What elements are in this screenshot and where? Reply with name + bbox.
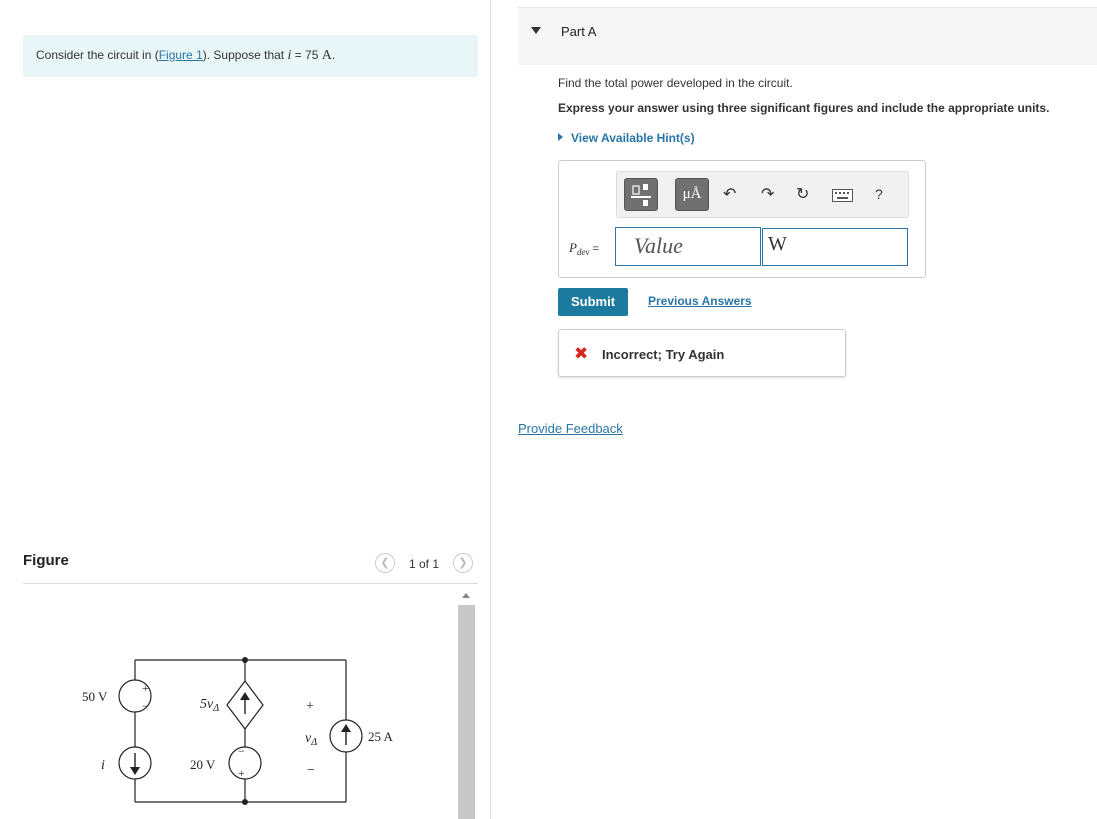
provide-feedback-link[interactable]: Provide Feedback [518, 421, 623, 436]
figure-scrollbar-thumb[interactable] [458, 605, 475, 819]
label-25a: 25 A [368, 729, 394, 744]
figure-divider [23, 583, 478, 584]
help-button[interactable]: ? [875, 186, 883, 202]
fraction-template-icon [631, 184, 651, 206]
label-dep-src: 5vΔ [200, 697, 219, 714]
template-button[interactable] [624, 178, 658, 211]
node-top [242, 657, 248, 663]
variable-label: Pdev = [569, 240, 599, 257]
var-equals: = [592, 243, 599, 255]
label-vdelta: vΔ [305, 731, 317, 748]
vdelta-plus: + [306, 699, 314, 714]
problem-unit: A [321, 48, 332, 63]
label-50v: 50 V [82, 689, 108, 704]
reset-icon[interactable]: ↻ [796, 184, 809, 204]
units-button[interactable]: μÅ [675, 178, 709, 211]
pane-divider[interactable] [490, 0, 491, 819]
keyboard-icon[interactable] [832, 189, 853, 202]
node-bottom [242, 799, 248, 805]
x-icon: ✖ [574, 344, 589, 363]
source-50v-minus: − [142, 699, 149, 713]
chevron-right-icon: ❯ [458, 557, 468, 569]
unit-input[interactable]: W [762, 228, 908, 266]
label-20v: 20 V [190, 757, 216, 772]
math-toolbar: μÅ ↶ ↷ ↻ ? [616, 171, 909, 218]
var-symbol: P [569, 240, 577, 255]
caret-down-icon[interactable] [531, 27, 541, 34]
part-a-header[interactable] [518, 7, 1097, 65]
question-text: Find the total power developed in the ci… [558, 76, 793, 90]
chevron-left-icon: ❮ [380, 557, 390, 569]
submit-button[interactable]: Submit [558, 288, 628, 316]
scroll-up-icon[interactable] [462, 593, 470, 598]
question-instruction: Express your answer using three signific… [558, 101, 1050, 115]
figure-prev-button[interactable]: ❮ [375, 553, 395, 573]
var-subscript: dev [576, 247, 590, 258]
redo-icon[interactable]: ↷ [761, 184, 774, 204]
circuit-diagram: + − 50 V i 5vΔ − + 20 V + vΔ − 25 A [82, 657, 394, 805]
vdelta-minus: − [307, 763, 315, 778]
figure-pager: 1 of 1 [409, 557, 440, 571]
undo-icon[interactable]: ↶ [723, 184, 736, 204]
problem-statement: Consider the circuit in (Figure 1). Supp… [23, 35, 478, 77]
problem-text-prefix: Consider the circuit in ( [36, 48, 159, 62]
result-text: Incorrect; Try Again [602, 347, 725, 362]
part-title[interactable]: Part A [561, 24, 596, 39]
figure-link[interactable]: Figure 1 [159, 48, 203, 62]
previous-answers-link[interactable]: Previous Answers [648, 294, 752, 308]
label-i: i [101, 758, 105, 773]
hint-label: View Available Hint(s) [571, 131, 695, 145]
source-50v-plus: + [142, 681, 149, 695]
view-hints-link[interactable]: View Available Hint(s) [558, 131, 695, 145]
figure-next-button[interactable]: ❯ [453, 553, 473, 573]
caret-right-icon [558, 133, 563, 141]
source-20v-plus: + [238, 766, 245, 780]
value-input[interactable]: Value [615, 227, 761, 266]
source-20v-minus: − [238, 744, 245, 758]
figure-title: Figure [23, 552, 69, 569]
problem-text-suffix: ). Suppose that [202, 48, 288, 62]
voltage-source-20v [228, 746, 262, 780]
problem-end: . [331, 48, 336, 62]
problem-equals: = 75 [291, 48, 322, 62]
